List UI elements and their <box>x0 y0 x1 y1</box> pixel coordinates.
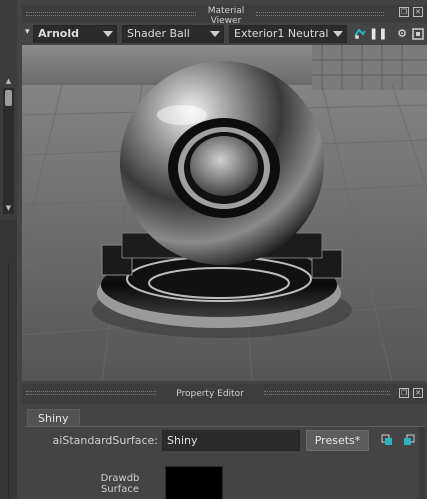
left-divider <box>8 262 9 499</box>
left-scrollbar[interactable] <box>3 88 14 214</box>
property-editor-body <box>22 404 427 499</box>
drag-grip-left[interactable] <box>26 12 196 16</box>
chevron-down-icon <box>333 31 343 37</box>
scroll-down-arrow-icon[interactable]: ▼ <box>3 203 14 213</box>
drag-grip-right[interactable] <box>256 12 384 16</box>
show-input-icon[interactable] <box>380 433 394 447</box>
pause-icon[interactable]: ❚❚ <box>369 27 387 41</box>
chevron-down-icon <box>210 31 220 37</box>
material-viewer-toolbar: ▾ Arnold Shader Ball Exterior1 Neutral ❚… <box>22 23 427 45</box>
property-editor-title: Property Editor <box>176 389 244 399</box>
show-output-icon[interactable] <box>402 433 416 447</box>
toolbar-handle-icon: ▾ <box>25 27 30 37</box>
shader-name-field[interactable]: Shiny <box>162 430 300 451</box>
environment-dropdown[interactable]: Exterior1 Neutral <box>229 25 347 43</box>
shader-type-label: aiStandardSurface: <box>52 434 158 447</box>
snapshot-icon[interactable] <box>411 27 425 41</box>
geometry-dropdown[interactable]: Shader Ball <box>122 25 224 43</box>
drag-grip-left[interactable] <box>26 391 156 395</box>
close-icon[interactable]: ✕ <box>413 388 423 398</box>
material-swatch[interactable] <box>165 466 223 499</box>
environment-dropdown-value: Exterior1 Neutral <box>234 27 329 40</box>
maya-workspace: ▲ ▼ Material Viewer ❐ ✕ ▾ Arnold Shader … <box>0 0 427 499</box>
drag-grip-right[interactable] <box>264 391 390 395</box>
swatch-label: Drawdb Surface <box>100 473 140 495</box>
renderer-dropdown[interactable]: Arnold <box>33 25 117 43</box>
scroll-up-arrow-icon[interactable]: ▲ <box>3 76 14 86</box>
restore-icon[interactable]: ❐ <box>399 7 409 17</box>
renderer-dropdown-value: Arnold <box>38 27 79 40</box>
settings-gear-icon[interactable]: ⚙ <box>395 27 409 41</box>
tab-shiny[interactable]: Shiny <box>27 409 80 427</box>
close-icon[interactable]: ✕ <box>413 7 423 17</box>
presets-button[interactable]: Presets* <box>306 430 369 451</box>
material-preview-render[interactable] <box>22 45 427 381</box>
property-editor-scrollbar[interactable] <box>419 427 425 499</box>
chevron-down-icon <box>103 31 113 37</box>
tab-divider <box>25 426 425 427</box>
geometry-dropdown-value: Shader Ball <box>127 27 190 40</box>
left-scrollbar-thumb[interactable] <box>5 90 12 106</box>
restore-icon[interactable]: ❐ <box>399 388 409 398</box>
refresh-render-icon[interactable] <box>353 27 367 41</box>
